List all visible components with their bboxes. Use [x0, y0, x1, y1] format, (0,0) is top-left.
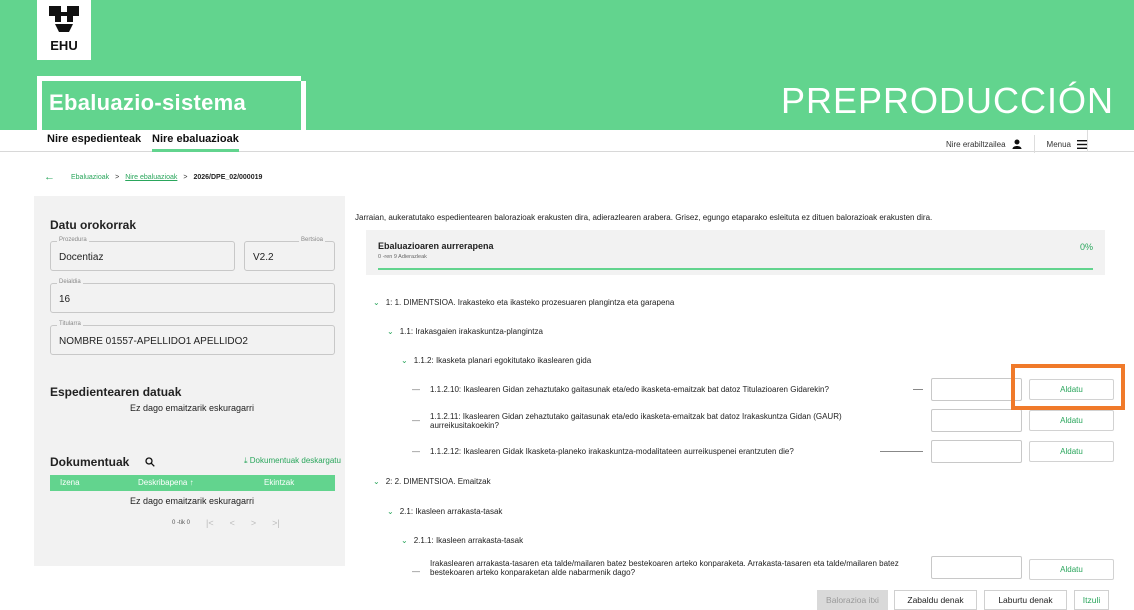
procedure-field: Prozedura Docentiaz — [50, 237, 235, 271]
chevron-down-icon: ⌄ — [373, 298, 380, 307]
evaluation-progress: Ebaluazioaren aurrerapena 0 -ren 9 Adier… — [366, 230, 1105, 275]
tree-node-label: 1.1: Irakasgaien irakaskuntza-plangintza — [399, 327, 543, 336]
documents-title: Dokumentuak — [50, 455, 130, 469]
question-text: Irakaslearen arrakasta-tasaren eta talde… — [430, 559, 899, 577]
ehu-logo-icon — [49, 6, 79, 32]
app-title: Ebaluazio-sistema — [49, 90, 247, 115]
edit-button[interactable]: Aldatu — [1029, 559, 1114, 580]
call-value: 16 — [59, 294, 71, 305]
tree-node-d2-1-1[interactable]: ⌄ 2.1.1: Ikasleen arrakasta-tasak — [401, 536, 523, 545]
collapse-all-button[interactable]: Laburtu denak — [984, 590, 1067, 610]
tree-node-label: 1: 1. DIMENTSIOA. Irakasteko eta ikastek… — [385, 298, 675, 307]
chevron-down-icon: ⌄ — [401, 356, 408, 365]
tree-node-d2-1[interactable]: ⌄ 2.1: Ikasleen arrakasta-tasak — [387, 507, 502, 516]
download-documents-label: Dokumentuak deskargatu — [249, 456, 341, 465]
call-field: Deialdia 16 — [50, 279, 335, 313]
highlight-box — [1011, 364, 1125, 410]
tree-node-label: 2.1: Ikasleen arrakasta-tasak — [399, 507, 503, 516]
chevron-down-icon: ⌄ — [387, 327, 394, 336]
edit-button[interactable]: Aldatu — [1029, 410, 1114, 431]
general-data-title: Datu orokorrak — [50, 218, 137, 232]
breadcrumb-item-my-evaluations[interactable]: Nire ebaluazioak — [125, 174, 177, 181]
col-name[interactable]: Izena — [60, 478, 80, 487]
documents-empty: Ez dago emaitzarik eskuragarri — [130, 496, 255, 506]
question-text: 1.1.2.11: Ikaslearen Gidan zehaztutako g… — [430, 412, 842, 430]
progress-subtitle: 0 -ren 9 Adierazleak — [378, 254, 427, 260]
app-header: EHU Ebaluazio-sistema PREPRODUCCIÓN — [0, 0, 1134, 130]
file-data-title: Espedientearen datuak — [50, 385, 182, 399]
back-arrow-icon[interactable]: ← — [44, 171, 55, 183]
progress-percent: 0% — [1079, 242, 1093, 252]
call-label: Deialdia — [57, 279, 83, 285]
tree-node-d1-1-2[interactable]: ⌄ 1.1.2: Ikasketa planari egokitutako ik… — [401, 356, 591, 365]
edit-button[interactable]: Aldatu — [1029, 441, 1114, 462]
user-icon[interactable] — [1012, 139, 1022, 149]
procedure-label: Prozedura — [57, 237, 89, 243]
tree-node-d1-1[interactable]: ⌄ 1.1: Irakasgaien irakaskuntza-plangint… — [387, 327, 543, 336]
score-input[interactable] — [931, 409, 1022, 432]
back-button[interactable]: Itzuli — [1074, 590, 1109, 610]
progress-title: Ebaluazioaren aurrerapena — [378, 241, 494, 251]
chevron-down-icon: ⌄ — [373, 477, 380, 486]
chevron-down-icon: ⌄ — [387, 507, 394, 516]
close-evaluation-button[interactable]: Balorazioa itxi — [817, 590, 888, 610]
environment-label: PREPRODUCCIÓN — [780, 80, 1114, 121]
next-page-icon[interactable]: > — [251, 518, 256, 528]
file-data-empty: Ez dago emaitzarik eskuragarri — [130, 403, 255, 413]
question-text: 1.1.2.10: Ikaslearen Gidan zehaztutako g… — [430, 385, 829, 394]
tree-node-label: 2: 2. DIMENTSIOA. Emaitzak — [385, 477, 491, 486]
tree-node-d1[interactable]: ⌄ 1: 1. DIMENTSIOA. Irakasteko eta ikast… — [373, 298, 674, 307]
left-panel: Datu orokorrak Prozedura Docentiaz Berts… — [34, 196, 345, 566]
ehu-logo[interactable]: EHU — [37, 0, 91, 60]
holder-value: NOMBRE 01557-APELLIDO1 APELLIDO2 — [59, 336, 248, 347]
pager-count: 0 -tik 0 — [172, 520, 191, 526]
version-field: Bertsioa V2.2 — [244, 237, 335, 271]
procedure-value: Docentiaz — [59, 252, 104, 263]
breadcrumb-current: 2026/DPE_02/000019 — [193, 173, 263, 181]
col-description[interactable]: Deskribapena ↑ — [138, 478, 194, 487]
score-input[interactable] — [931, 378, 1022, 401]
app-title-box: Ebaluazio-sistema — [37, 76, 306, 130]
download-documents-link[interactable]: ⤓ Dokumentuak deskargatu — [244, 456, 341, 466]
documents-pager: 0 -tik 0 |< < > >| — [172, 518, 280, 528]
version-value: V2.2 — [253, 252, 274, 263]
score-input[interactable] — [931, 556, 1022, 579]
version-label: Bertsioa — [299, 237, 326, 243]
intro-text: Jarraian, aukeratutako espedientearen ba… — [355, 213, 933, 222]
holder-label: Titularra — [57, 321, 83, 327]
prev-page-icon[interactable]: < — [230, 518, 235, 528]
expand-all-button[interactable]: Zabaldu denak — [894, 590, 977, 610]
first-page-icon[interactable]: |< — [206, 518, 214, 528]
chevron-down-icon: ⌄ — [401, 536, 408, 545]
documents-table-header: Izena Deskribapena ↑ Ekintzak — [50, 475, 335, 491]
user-menu-label[interactable]: Nire erabiltzailea — [946, 140, 1006, 149]
last-page-icon[interactable]: >| — [272, 518, 280, 528]
download-icon: ⤓ — [244, 456, 248, 465]
score-input[interactable] — [931, 440, 1022, 463]
top-navbar: Nire espedienteak Nire ebaluazioak Nire … — [0, 130, 1134, 153]
breadcrumb-item-evaluations[interactable]: Ebaluazioak — [71, 174, 109, 181]
tree-node-label: 1.1.2: Ikasketa planari egokitutako ikas… — [413, 356, 592, 365]
tree-node-d2[interactable]: ⌄ 2: 2. DIMENTSIOA. Emaitzak — [373, 477, 491, 486]
breadcrumb-separator: > — [183, 173, 188, 181]
search-icon[interactable] — [145, 457, 155, 467]
holder-field: Titularra NOMBRE 01557-APELLIDO1 APELLID… — [50, 321, 335, 355]
logo-text: EHU — [50, 38, 78, 53]
breadcrumb-separator: > — [115, 173, 120, 181]
col-actions: Ekintzak — [264, 478, 295, 487]
tab-my-files[interactable]: Nire espedienteak — [47, 133, 141, 149]
progress-bar — [378, 268, 1093, 270]
tab-my-evaluations[interactable]: Nire ebaluazioak — [152, 133, 239, 152]
question-text: 1.1.2.12: Ikaslearen Gidak Ikasketa-plan… — [430, 447, 794, 456]
menu-label[interactable]: Menua — [1047, 140, 1071, 149]
nav-right-group: Nire erabiltzailea Menua — [946, 135, 1088, 153]
tree-node-label: 2.1.1: Ikasleen arrakasta-tasak — [413, 536, 524, 545]
breadcrumb: ← Ebaluazioak > Nire ebaluazioak > 2026/… — [44, 171, 262, 183]
